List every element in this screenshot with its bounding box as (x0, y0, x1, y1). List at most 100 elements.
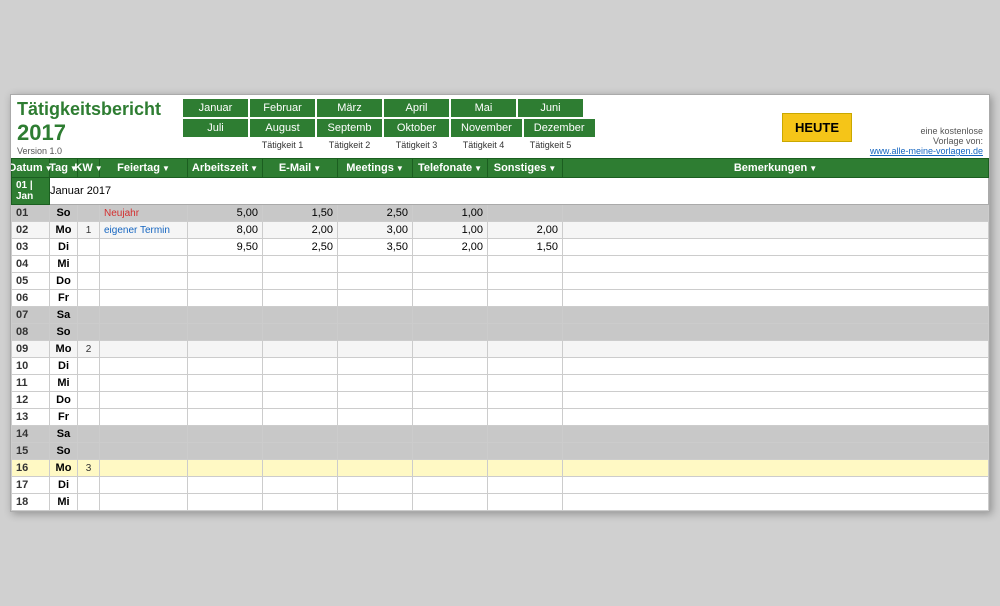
cell-sonstiges[interactable] (488, 426, 563, 443)
cell-meetings[interactable] (338, 494, 413, 511)
cell-feiertag[interactable] (100, 494, 188, 511)
cell-bemerkungen[interactable] (563, 222, 989, 239)
cell-meetings[interactable]: 2,50 (338, 205, 413, 222)
cell-bemerkungen[interactable] (563, 324, 989, 341)
cell-feiertag[interactable] (100, 392, 188, 409)
cell-email[interactable] (263, 426, 338, 443)
cell-bemerkungen[interactable] (563, 443, 989, 460)
cell-feiertag[interactable] (100, 477, 188, 494)
arbeitszeit-dropdown-icon[interactable]: ▼ (250, 164, 258, 173)
cell-arbeitszeit[interactable] (188, 375, 263, 392)
cell-meetings[interactable] (338, 477, 413, 494)
cell-datum[interactable]: 09 (12, 341, 50, 358)
month-maerz[interactable]: März (317, 99, 382, 117)
month-november[interactable]: November (451, 119, 522, 137)
cell-telefonate[interactable] (413, 392, 488, 409)
cell-meetings[interactable] (338, 443, 413, 460)
cell-sonstiges[interactable] (488, 477, 563, 494)
cell-meetings[interactable] (338, 460, 413, 477)
cell-sonstiges[interactable]: 2,00 (488, 222, 563, 239)
cell-bemerkungen[interactable] (563, 477, 989, 494)
cell-meetings[interactable] (338, 256, 413, 273)
month-september[interactable]: Septemb (317, 119, 382, 137)
cell-telefonate[interactable] (413, 341, 488, 358)
month-dezember[interactable]: Dezember (524, 119, 595, 137)
cell-email[interactable]: 2,50 (263, 239, 338, 256)
cell-email[interactable]: 2,00 (263, 222, 338, 239)
cell-feiertag[interactable] (100, 324, 188, 341)
cell-arbeitszeit[interactable] (188, 409, 263, 426)
cell-datum[interactable]: 11 (12, 375, 50, 392)
cell-sonstiges[interactable] (488, 273, 563, 290)
cell-sonstiges[interactable] (488, 375, 563, 392)
cell-bemerkungen[interactable] (563, 307, 989, 324)
cell-email[interactable] (263, 477, 338, 494)
month-juni[interactable]: Juni (518, 99, 583, 117)
cell-telefonate[interactable] (413, 375, 488, 392)
cell-arbeitszeit[interactable]: 9,50 (188, 239, 263, 256)
cell-email[interactable] (263, 375, 338, 392)
cell-telefonate[interactable]: 1,00 (413, 205, 488, 222)
cell-telefonate[interactable] (413, 307, 488, 324)
cell-feiertag[interactable] (100, 273, 188, 290)
cell-feiertag[interactable] (100, 426, 188, 443)
bemerkungen-dropdown-icon[interactable]: ▼ (809, 164, 817, 173)
cell-sonstiges[interactable]: 1,50 (488, 239, 563, 256)
month-januar[interactable]: Januar (183, 99, 248, 117)
cell-email[interactable] (263, 409, 338, 426)
cell-bemerkungen[interactable] (563, 375, 989, 392)
month-april[interactable]: April (384, 99, 449, 117)
cell-datum[interactable]: 12 (12, 392, 50, 409)
cell-datum[interactable]: 16 (12, 460, 50, 477)
cell-arbeitszeit[interactable] (188, 443, 263, 460)
cell-feiertag[interactable] (100, 239, 188, 256)
cell-email[interactable] (263, 341, 338, 358)
cell-feiertag[interactable] (100, 375, 188, 392)
cell-telefonate[interactable]: 2,00 (413, 239, 488, 256)
cell-feiertag[interactable] (100, 409, 188, 426)
cell-meetings[interactable] (338, 290, 413, 307)
cell-telefonate[interactable] (413, 256, 488, 273)
cell-arbeitszeit[interactable] (188, 392, 263, 409)
cell-telefonate[interactable] (413, 460, 488, 477)
cell-bemerkungen[interactable] (563, 239, 989, 256)
cell-sonstiges[interactable] (488, 290, 563, 307)
cell-sonstiges[interactable] (488, 256, 563, 273)
cell-telefonate[interactable] (413, 409, 488, 426)
cell-arbeitszeit[interactable] (188, 460, 263, 477)
cell-datum[interactable]: 17 (12, 477, 50, 494)
cell-datum[interactable]: 14 (12, 426, 50, 443)
cell-datum[interactable]: 03 (12, 239, 50, 256)
cell-sonstiges[interactable] (488, 392, 563, 409)
cell-meetings[interactable] (338, 324, 413, 341)
cell-datum[interactable]: 07 (12, 307, 50, 324)
cell-meetings[interactable] (338, 392, 413, 409)
cell-arbeitszeit[interactable] (188, 477, 263, 494)
cell-meetings[interactable] (338, 307, 413, 324)
cell-arbeitszeit[interactable] (188, 494, 263, 511)
cell-datum[interactable]: 04 (12, 256, 50, 273)
cell-sonstiges[interactable] (488, 341, 563, 358)
cell-meetings[interactable]: 3,50 (338, 239, 413, 256)
cell-meetings[interactable] (338, 273, 413, 290)
cell-datum[interactable]: 08 (12, 324, 50, 341)
cell-datum[interactable]: 02 (12, 222, 50, 239)
cell-meetings[interactable] (338, 426, 413, 443)
cell-telefonate[interactable] (413, 273, 488, 290)
cell-sonstiges[interactable] (488, 460, 563, 477)
cell-telefonate[interactable] (413, 290, 488, 307)
month-oktober[interactable]: Oktober (384, 119, 449, 137)
cell-bemerkungen[interactable] (563, 256, 989, 273)
cell-feiertag[interactable] (100, 443, 188, 460)
cell-meetings[interactable] (338, 358, 413, 375)
cell-bemerkungen[interactable] (563, 341, 989, 358)
cell-arbeitszeit[interactable] (188, 341, 263, 358)
feiertag-dropdown-icon[interactable]: ▼ (162, 164, 170, 173)
cell-arbeitszeit[interactable] (188, 426, 263, 443)
cell-bemerkungen[interactable] (563, 426, 989, 443)
month-juli[interactable]: Juli (183, 119, 248, 137)
cell-telefonate[interactable] (413, 324, 488, 341)
month-august[interactable]: August (250, 119, 315, 137)
cell-sonstiges[interactable] (488, 443, 563, 460)
cell-bemerkungen[interactable] (563, 409, 989, 426)
